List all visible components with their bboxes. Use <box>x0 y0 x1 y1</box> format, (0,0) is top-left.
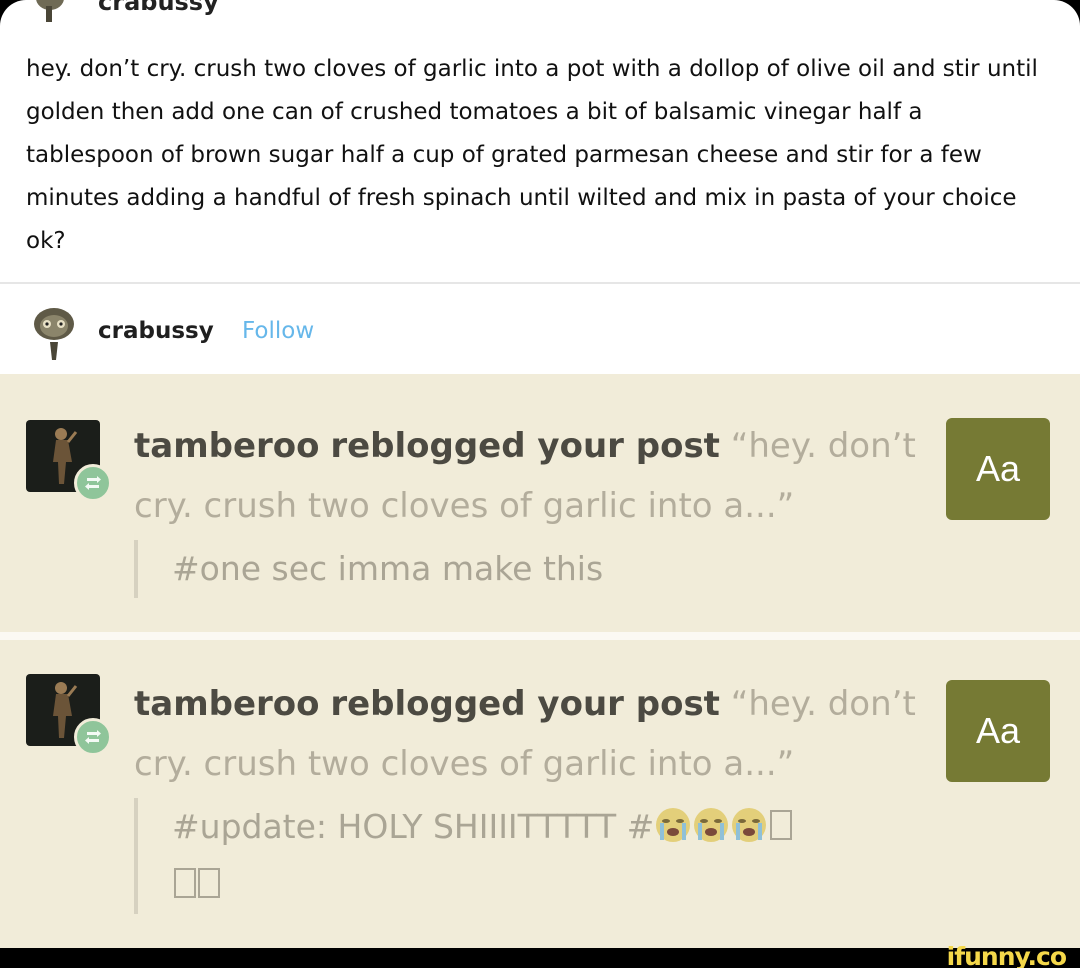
notification-actor[interactable]: tamberoo <box>134 684 320 724</box>
avatar[interactable] <box>26 420 112 502</box>
notification-text: tamberoo reblogged your post “hey. don’t… <box>134 674 924 794</box>
notification-tags: #one sec imma make this <box>134 540 603 598</box>
follow-button[interactable]: Follow <box>242 318 314 344</box>
post-body-text: hey. don’t cry. crush two cloves of garl… <box>26 56 1038 254</box>
bottom-bar <box>0 948 1080 968</box>
post-byline <box>28 304 80 364</box>
reblog-icon <box>74 464 112 502</box>
post-username[interactable]: crabussy <box>98 0 219 16</box>
notification-action: reblogged your post <box>330 426 720 466</box>
tumblr-post-card: crabussy hey. don’t cry. crush two clove… <box>0 0 1080 948</box>
notification-tags-text: #update: HOLY SHIIIITTTTT # <box>172 807 655 846</box>
notification-tags: #update: HOLY SHIIIITTTTT # <box>134 798 934 914</box>
reblog-icon <box>74 718 112 756</box>
avatar[interactable] <box>30 0 70 24</box>
avatar[interactable] <box>26 674 112 756</box>
notifications-panel: tamberoo reblogged your post “hey. don’t… <box>0 374 1080 948</box>
notification-item[interactable]: tamberoo reblogged your post “hey. don’t… <box>0 640 1080 948</box>
crying-face-emoji-icon <box>692 804 730 842</box>
post-header <box>30 0 70 22</box>
notification-action: reblogged your post <box>330 684 720 724</box>
avatar[interactable] <box>28 306 80 362</box>
crying-face-emoji-icon <box>654 804 692 842</box>
byline-username[interactable]: crabussy <box>98 318 214 344</box>
divider <box>0 282 1080 284</box>
notification-preview-button[interactable]: Aa <box>946 680 1050 782</box>
crying-face-emoji-icon <box>730 804 768 842</box>
notification-text: tamberoo reblogged your post “hey. don’t… <box>134 416 924 536</box>
divider <box>0 632 1080 640</box>
notification-actor[interactable]: tamberoo <box>134 426 320 466</box>
missing-glyph-icon <box>770 810 793 840</box>
missing-glyph-icon <box>198 868 220 898</box>
missing-glyph-icon <box>174 868 196 898</box>
notification-preview-button[interactable]: Aa <box>946 418 1050 520</box>
notification-item[interactable]: tamberoo reblogged your post “hey. don’t… <box>0 374 1080 632</box>
watermark-logo: ifunny.co <box>946 942 1067 968</box>
